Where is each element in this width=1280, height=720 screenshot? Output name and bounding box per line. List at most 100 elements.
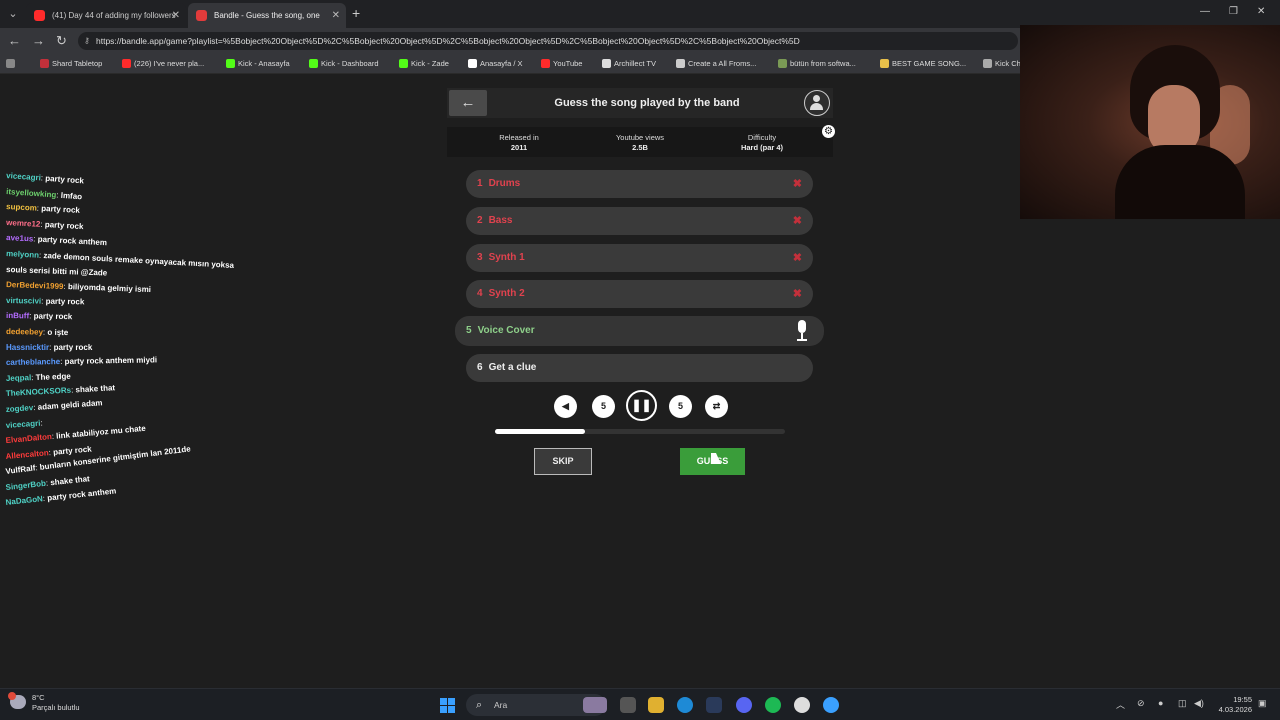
- unreal-icon[interactable]: [794, 697, 810, 713]
- bookmark-item[interactable]: (226) I've never pla...: [122, 59, 204, 68]
- chat-text: party rock anthem miydi: [64, 355, 158, 367]
- bookmark-item[interactable]: Shard Tabletop: [40, 59, 102, 68]
- new-tab-button[interactable]: +: [352, 5, 360, 21]
- chat-username: supcom: [5, 202, 38, 213]
- bookmark-favicon-icon: [778, 59, 787, 68]
- notification-icon[interactable]: ▣: [1258, 698, 1267, 709]
- wrong-x-icon: ✖: [792, 252, 802, 264]
- release-info: Released in 2011: [499, 133, 539, 152]
- bookmark-item[interactable]: Kick - Anasayfa: [226, 59, 290, 68]
- app-icon[interactable]: [823, 697, 839, 713]
- url-text: https://bandle.app/game?playlist=%5Bobje…: [96, 36, 800, 46]
- windows-taskbar: 8°C Parçalı bulutlu ⌕ Ara ︿ ⊘ ● ◫ ◀) 19:…: [0, 688, 1280, 720]
- windows-start-icon[interactable]: [440, 698, 455, 713]
- restart-icon[interactable]: ◀: [554, 395, 577, 418]
- back-button[interactable]: ←: [449, 90, 487, 116]
- bookmark-item[interactable]: Archillect TV: [602, 59, 656, 68]
- chat-username: vicecagri: [5, 171, 42, 183]
- loop-off-icon[interactable]: ⇄: [705, 395, 728, 418]
- bookmark-item[interactable]: bütün from softwa...: [778, 59, 856, 68]
- page-title: Guess the song played by the band: [554, 97, 740, 109]
- game-header: ← Guess the song played by the band: [447, 88, 833, 118]
- file-explorer-icon[interactable]: [648, 697, 664, 713]
- wrong-x-icon: ✖: [792, 288, 802, 300]
- wrong-x-icon: ✖: [792, 178, 802, 190]
- youtube-favicon-icon: [34, 10, 45, 21]
- instrument-row-synth-2[interactable]: 4 Synth 2 ✖: [466, 280, 813, 308]
- chat-username: wemre12: [5, 217, 41, 229]
- wifi-icon[interactable]: ◫: [1178, 698, 1187, 709]
- window-close-button[interactable]: ✕: [1257, 6, 1265, 17]
- microphone-icon[interactable]: ●: [1158, 698, 1163, 708]
- profile-icon[interactable]: [804, 90, 830, 116]
- tab-bandle[interactable]: Bandle - Guess the song, one ✕: [188, 3, 346, 28]
- bookmark-favicon-icon: [309, 59, 318, 68]
- edge-icon[interactable]: [677, 697, 693, 713]
- gear-icon[interactable]: ⚙: [822, 125, 835, 138]
- chat-text: party rock: [53, 342, 93, 352]
- views-info: Youtube views 2.5B: [615, 133, 665, 152]
- chat-text: party rock: [44, 219, 84, 231]
- chat-text: party rock: [41, 204, 81, 216]
- chat-username: zogdev: [5, 403, 34, 414]
- chat-text: lmfao: [60, 190, 83, 201]
- bandle-favicon-icon: [196, 10, 207, 21]
- tab-label: (41) Day 44 of adding my followers: [52, 11, 176, 20]
- spotify-icon[interactable]: [765, 697, 781, 713]
- close-icon[interactable]: ✕: [172, 3, 180, 28]
- url-field[interactable]: ⚷ https://bandle.app/game?playlist=%5Bob…: [78, 32, 1018, 50]
- network-off-icon[interactable]: ⊘: [1137, 698, 1145, 709]
- stream-chat-overlay: vicecagri: party rock itsyellowking: lmfa…: [5, 171, 246, 514]
- playback-progress-bar[interactable]: [495, 429, 785, 434]
- chevron-up-icon[interactable]: ︿: [1116, 698, 1125, 711]
- instrument-row-bass[interactable]: 2 Bass ✖: [466, 207, 813, 235]
- bookmark-item[interactable]: Anasayfa / X: [468, 59, 523, 68]
- chat-separator: :: [40, 417, 43, 428]
- close-icon[interactable]: ✕: [332, 3, 340, 28]
- chat-username: dedeebey: [5, 326, 44, 337]
- instrument-row-drums[interactable]: 1 Drums ✖: [466, 170, 813, 198]
- maximize-button[interactable]: ❐: [1229, 6, 1238, 17]
- mouse-cursor-icon: [711, 453, 721, 467]
- task-view-icon[interactable]: [620, 697, 636, 713]
- bookmark-favicon-icon: [468, 59, 477, 68]
- forward-arrow-icon[interactable]: →: [32, 33, 45, 48]
- chat-username: inBuff: [5, 311, 30, 321]
- bookmark-favicon-icon: [602, 59, 611, 68]
- bookmark-item[interactable]: Kick - Zade: [399, 59, 449, 68]
- microphone-icon: [796, 320, 808, 342]
- bookmark-item[interactable]: BEST GAME SONG...: [880, 59, 966, 68]
- chat-username: melyonn: [5, 248, 40, 260]
- skip-button[interactable]: SKIP: [534, 448, 592, 475]
- bookmark-item[interactable]: Create a All Froms...: [676, 59, 756, 68]
- minimize-button[interactable]: —: [1200, 6, 1210, 17]
- cloud-icon: [8, 692, 26, 709]
- widget-icon[interactable]: [583, 697, 607, 713]
- instrument-row-voice-cover[interactable]: 5 Voice Cover: [455, 316, 824, 346]
- reload-icon[interactable]: ↻: [56, 33, 67, 49]
- tab-search-icon[interactable]: ⌄: [4, 6, 22, 22]
- get-a-clue-row[interactable]: 6 Get a clue: [466, 354, 813, 382]
- tab-youtube[interactable]: (41) Day 44 of adding my followers ✕: [26, 3, 186, 28]
- chat-username: DerBedevi1999: [5, 280, 64, 292]
- tab-strip: ⌄ (41) Day 44 of adding my followers ✕ B…: [0, 0, 1280, 28]
- bookmark-favicon-icon: [40, 59, 49, 68]
- rewind-5-button[interactable]: 5: [592, 395, 615, 418]
- bookmark-item[interactable]: Kick - Dashboard: [309, 59, 379, 68]
- bookmark-item[interactable]: YouTube: [541, 59, 582, 68]
- chat-text: party rock: [33, 311, 73, 322]
- weather-widget[interactable]: 8°C Parçalı bulutlu: [8, 692, 80, 713]
- chat-username: VulfRalf: [5, 463, 36, 477]
- bookmark-item[interactable]: Kick Ch: [983, 59, 1021, 68]
- steam-icon[interactable]: [706, 697, 722, 713]
- forward-5-button[interactable]: 5: [669, 395, 692, 418]
- chat-username: vicecagri: [5, 418, 41, 430]
- search-icon: ⌕: [476, 699, 483, 711]
- wrong-x-icon: ✖: [792, 215, 802, 227]
- pause-button[interactable]: ❚❚: [626, 390, 657, 421]
- instrument-row-synth-1[interactable]: 3 Synth 1 ✖: [466, 244, 813, 272]
- taskbar-clock[interactable]: 19:55 4.03.2026: [1196, 695, 1252, 715]
- back-arrow-icon[interactable]: ←: [8, 33, 21, 48]
- chat-text: The edge: [35, 371, 71, 382]
- discord-icon[interactable]: [736, 697, 752, 713]
